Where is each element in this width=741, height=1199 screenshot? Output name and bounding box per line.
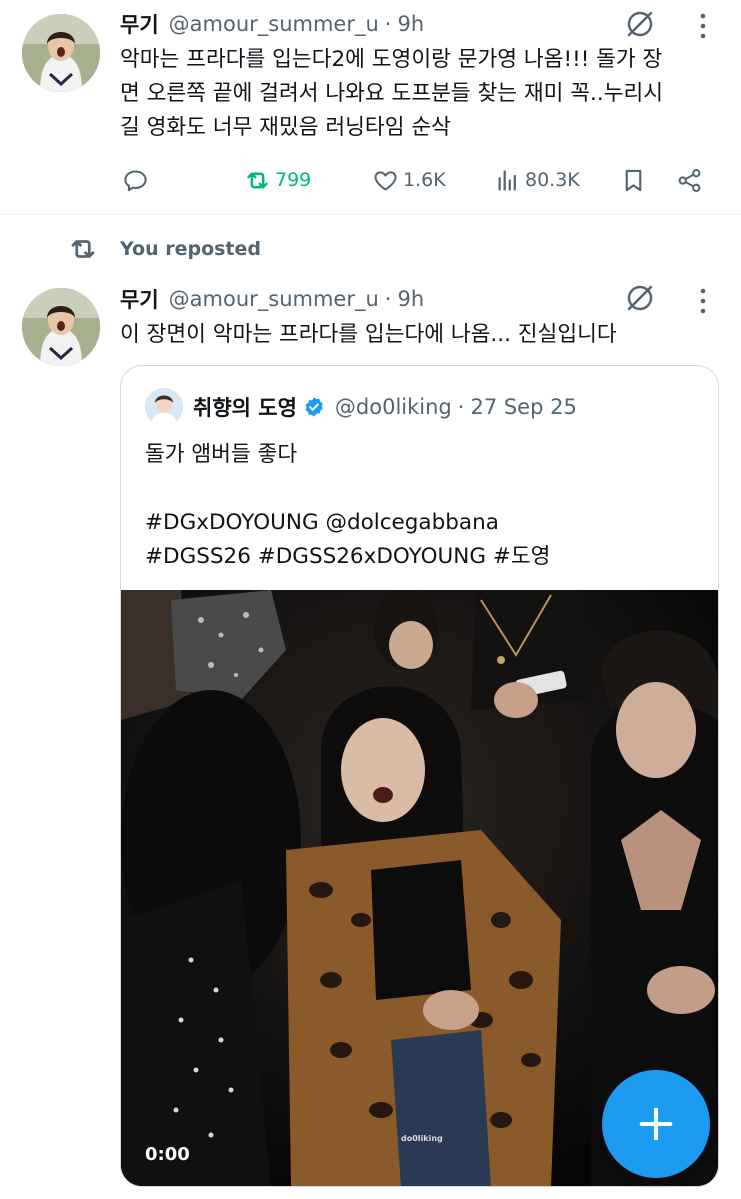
display-name[interactable]: 무기 [120,284,159,314]
tweet-text: 이 장면이 악마는 프라다를 입는다에 나옴... 진실입니다 [120,318,720,352]
bookmark-icon [625,169,642,191]
avatar[interactable] [22,288,100,366]
quote-text-line: 돌가 앰버들 좋다 [145,442,298,467]
views-count: 80.3K [525,169,580,191]
more-icon[interactable] [696,287,710,315]
grok-icon[interactable] [624,8,656,40]
tweet-text-line: 면 오른쪽 끝에 걸려서 나와요 도프분들 찾는 재미 꼭..누리시 [120,81,664,106]
avatar[interactable] [22,14,100,92]
video-watermark: do0liking [401,1134,443,1143]
separator: · [384,287,392,311]
retweet-count: 799 [275,169,312,191]
timestamp[interactable]: 27 Sep 25 [470,395,576,419]
tweet-1[interactable]: 무기 @amour_summer_u · 9h 악마는 프라다를 입는다2에 도… [0,0,741,214]
user-handle[interactable]: @amour_summer_u [169,12,379,36]
compose-plus-icon [639,1107,673,1141]
user-handle[interactable]: @do0liking [335,395,452,419]
tweet-text-line: 길 영화도 너무 재밌음 러닝타임 순삭 [120,115,451,140]
quote-text-line: #DGSS26 #DGSS26xDOYOUNG #도영 [145,544,551,569]
action-bar: 799 1.6K 80.3K [120,162,720,198]
retweet-button[interactable]: 799 [244,162,311,198]
timestamp[interactable]: 9h [397,287,424,311]
tweet-text-line: 이 장면이 악마는 프라다를 입는다에 나옴... 진실입니다 [120,322,617,347]
display-name[interactable]: 무기 [120,9,159,39]
timestamp[interactable]: 9h [397,12,424,36]
video-timestamp: 0:00 [145,1144,190,1165]
like-icon [374,170,397,191]
quote-text-line: #DGxDOYOUNG @dolcegabbana [145,510,499,535]
grok-icon[interactable] [624,282,656,314]
display-name[interactable]: 취향의 도영 [193,392,297,422]
tweet-text-line: 악마는 프라다를 입는다2에 도영이랑 문가영 나옴!!! 돌가 장 [120,47,663,72]
separator: · [457,395,465,419]
like-count: 1.6K [403,169,446,191]
repost-indicator: You reposted [68,233,261,265]
avatar[interactable] [145,388,183,426]
divider [0,214,741,215]
share-icon [678,168,701,192]
compose-button[interactable] [602,1070,710,1178]
tweet-text: 악마는 프라다를 입는다2에 도영이랑 문가영 나옴!!! 돌가 장 면 오른쪽… [120,43,720,145]
separator: · [384,12,392,36]
reply-button[interactable] [122,162,153,198]
quoted-tweet[interactable]: 취향의 도영 @do0liking · 27 Sep 25 돌가 앰버들 좋다 … [120,365,719,1187]
repost-label-text: You reposted [120,238,261,260]
verified-icon [305,397,323,417]
bookmark-button[interactable] [620,162,651,198]
views-icon [498,169,516,191]
quote-text: 돌가 앰버들 좋다 #DGxDOYOUNG @dolcegabbana #DGS… [145,438,705,574]
quote-header: 취향의 도영 @do0liking · 27 Sep 25 [193,391,577,423]
quote-text-line [145,472,705,506]
user-handle[interactable]: @amour_summer_u [169,287,379,311]
retweet-icon [247,172,268,188]
retweet-icon [71,240,95,258]
more-icon[interactable] [696,12,710,40]
views-button[interactable]: 80.3K [494,162,580,198]
reply-icon [124,169,147,191]
share-button[interactable] [676,162,707,198]
like-button[interactable]: 1.6K [372,162,446,198]
